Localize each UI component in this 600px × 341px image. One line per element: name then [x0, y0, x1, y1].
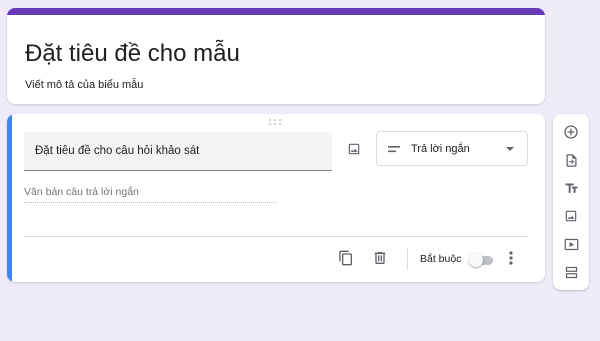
- title-text-icon: [565, 183, 577, 193]
- form-title[interactable]: Đặt tiêu đề cho mẫu: [25, 39, 240, 69]
- drag-handle-icon[interactable]: [269, 119, 283, 126]
- form-title-card[interactable]: Đặt tiêu đề cho mẫu Viết mô tả của biểu …: [7, 8, 545, 104]
- image-icon: [565, 210, 577, 222]
- short-text-icon: [388, 146, 400, 153]
- question-title-field[interactable]: Đặt tiêu đề cho câu hỏi khảo sát: [24, 132, 332, 171]
- required-toggle[interactable]: [469, 253, 494, 267]
- add-section-button[interactable]: [560, 261, 582, 283]
- footer-separator: [407, 248, 408, 270]
- toggle-thumb: [469, 253, 483, 267]
- question-card[interactable]: Đặt tiêu đề cho câu hỏi khảo sát Trả lời…: [7, 114, 545, 282]
- question-title: Đặt tiêu đề cho câu hỏi khảo sát: [35, 145, 200, 157]
- side-toolbar: [553, 114, 589, 290]
- short-answer-placeholder: Văn bản câu trả lời ngắn: [24, 186, 276, 203]
- caret-down-icon: [506, 147, 514, 151]
- trash-icon: [374, 252, 386, 264]
- import-questions-button[interactable]: [560, 149, 582, 171]
- delete-button[interactable]: [369, 247, 391, 269]
- question-focus-bar: [7, 114, 12, 282]
- question-type-select[interactable]: Trả lời ngắn: [376, 131, 528, 166]
- add-title-button[interactable]: [560, 177, 582, 199]
- more-vert-icon: [509, 251, 513, 265]
- video-icon: [564, 238, 578, 250]
- form-description[interactable]: Viết mô tả của biểu mẫu: [25, 79, 143, 91]
- add-circle-icon: [564, 125, 578, 139]
- duplicate-button[interactable]: [335, 247, 357, 269]
- section-icon: [565, 266, 577, 278]
- add-image-side-button[interactable]: [560, 205, 582, 227]
- more-options-button[interactable]: [503, 248, 519, 268]
- required-label: Bắt buộc: [420, 253, 462, 265]
- add-image-button[interactable]: [343, 138, 365, 160]
- footer-divider: [24, 236, 528, 237]
- title-card-accent-bar: [7, 8, 545, 15]
- copy-icon: [339, 250, 352, 266]
- add-question-button[interactable]: [560, 121, 582, 143]
- question-type-label: Trả lời ngắn: [411, 143, 470, 155]
- import-icon: [566, 153, 576, 167]
- add-video-button[interactable]: [560, 233, 582, 255]
- image-icon: [348, 143, 360, 155]
